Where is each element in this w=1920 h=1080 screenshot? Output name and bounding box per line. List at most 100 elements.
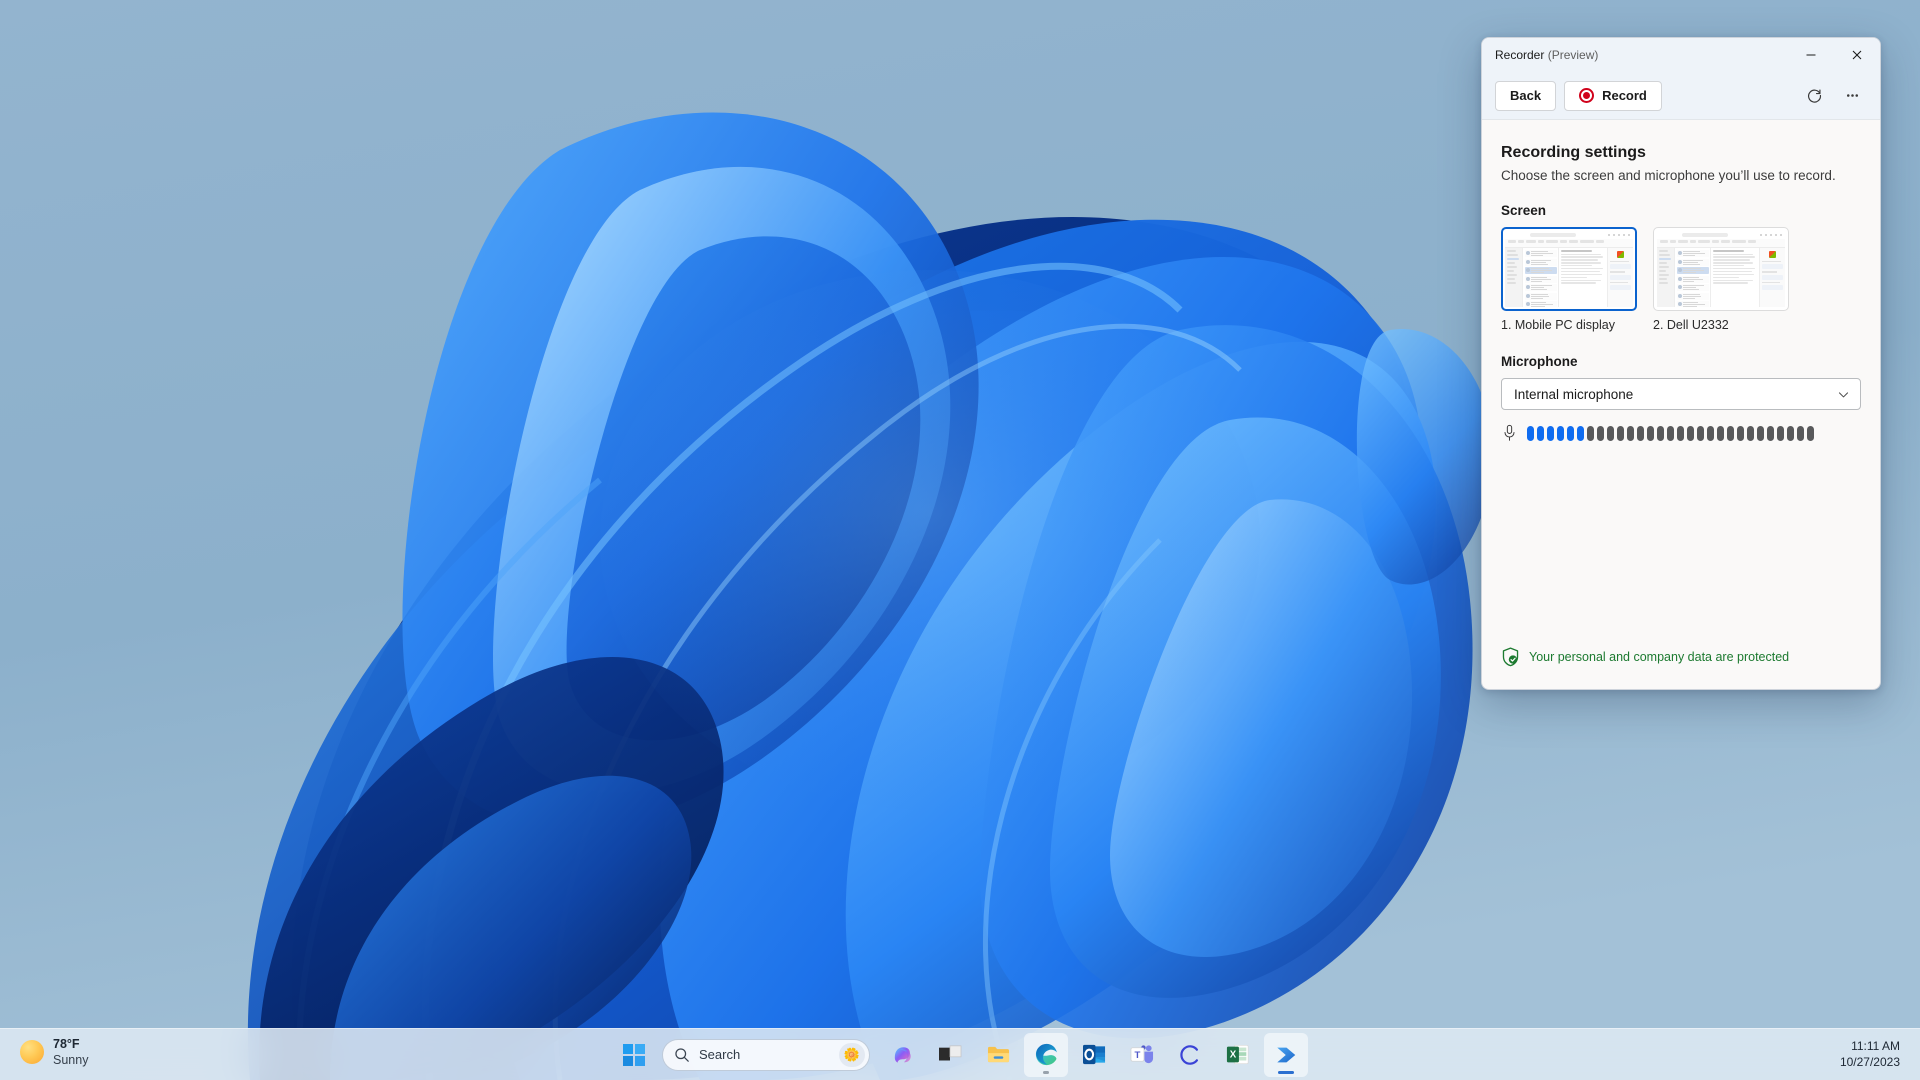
search-input[interactable]: Search 🌼 bbox=[662, 1038, 870, 1071]
privacy-footer: Your personal and company data are prote… bbox=[1482, 647, 1880, 689]
level-meter-bar bbox=[1717, 425, 1724, 441]
microsoft-edge-icon bbox=[1035, 1043, 1057, 1066]
power-automate-icon bbox=[1276, 1047, 1295, 1062]
taskbar-center-group: Search 🌼 T X bbox=[612, 1029, 1308, 1080]
taskbar-item-copilot[interactable] bbox=[880, 1033, 924, 1077]
microphone-level-meter bbox=[1501, 424, 1861, 442]
refresh-icon bbox=[1807, 89, 1821, 103]
clock-time: 11:11 AM bbox=[1851, 1039, 1900, 1054]
level-meter-bar bbox=[1587, 425, 1594, 441]
record-dot-icon bbox=[1579, 88, 1595, 103]
level-meter-bar bbox=[1567, 425, 1574, 441]
level-meter-bar bbox=[1697, 425, 1704, 441]
minimize-icon bbox=[1806, 54, 1816, 56]
window-title-main: Recorder bbox=[1495, 48, 1545, 62]
copilot-c-icon bbox=[1180, 1044, 1199, 1065]
level-meter-bar bbox=[1607, 425, 1614, 441]
file-explorer-icon bbox=[987, 1046, 1009, 1063]
copilot-icon bbox=[894, 1047, 911, 1063]
back-button[interactable]: Back bbox=[1495, 80, 1557, 111]
screen-section-label: Screen bbox=[1501, 203, 1547, 218]
record-button[interactable]: Record bbox=[1564, 80, 1662, 111]
chevron-down-icon bbox=[1838, 391, 1849, 397]
screen-thumbnail-1[interactable] bbox=[1501, 227, 1637, 311]
level-meter-bar bbox=[1577, 425, 1584, 441]
taskbar-item-excel[interactable]: X bbox=[1216, 1033, 1260, 1077]
level-meter-bar bbox=[1617, 425, 1624, 441]
screen-option-2[interactable]: 2. Dell U2332 bbox=[1653, 227, 1789, 332]
minimize-button[interactable] bbox=[1788, 38, 1834, 72]
level-meter-bar bbox=[1737, 425, 1744, 441]
level-meter-bar bbox=[1547, 425, 1554, 441]
start-button[interactable] bbox=[612, 1033, 656, 1077]
svg-text:T: T bbox=[1134, 1050, 1140, 1061]
lotus-flower-icon[interactable]: 🌼 bbox=[839, 1042, 865, 1067]
taskbar-active-indicator bbox=[1278, 1070, 1294, 1074]
taskbar-active-indicator bbox=[1043, 1070, 1049, 1074]
taskbar: 78°F Sunny Search 🌼 T X 11:11 AM 10/27/2… bbox=[0, 1028, 1920, 1080]
more-options-icon bbox=[1846, 94, 1858, 97]
level-meter-bar bbox=[1647, 425, 1654, 441]
level-meter-bar bbox=[1777, 425, 1784, 441]
screen-thumbnail-2[interactable] bbox=[1653, 227, 1789, 311]
excel-icon: X bbox=[1226, 1044, 1249, 1065]
microsoft-teams-icon: T bbox=[1130, 1045, 1153, 1064]
taskbar-item-copilot-consumer[interactable] bbox=[1168, 1033, 1212, 1077]
weather-condition: Sunny bbox=[53, 1053, 89, 1067]
window-caption-buttons bbox=[1788, 38, 1880, 72]
level-meter-bar bbox=[1627, 425, 1634, 441]
taskbar-clock[interactable]: 11:11 AM 10/27/2023 bbox=[1832, 1035, 1908, 1074]
level-meter-bar bbox=[1707, 425, 1714, 441]
desktop: Recorder (Preview) Back Record Recording… bbox=[0, 0, 1920, 1080]
recorder-content: Recording settings Choose the screen and… bbox=[1482, 120, 1880, 647]
more-options-button[interactable] bbox=[1837, 81, 1867, 111]
window-title: Recorder (Preview) bbox=[1495, 48, 1598, 62]
taskbar-item-outlook[interactable] bbox=[1072, 1033, 1116, 1077]
windows-logo-icon bbox=[623, 1043, 645, 1066]
privacy-footer-text: Your personal and company data are prote… bbox=[1529, 650, 1790, 664]
search-icon bbox=[675, 1047, 689, 1062]
close-button[interactable] bbox=[1834, 38, 1880, 72]
screen-option-2-caption: 2. Dell U2332 bbox=[1653, 318, 1729, 332]
level-meter-bar bbox=[1807, 425, 1814, 441]
search-placeholder: Search bbox=[699, 1047, 741, 1062]
task-view-icon bbox=[939, 1044, 962, 1060]
window-titlebar[interactable]: Recorder (Preview) bbox=[1482, 38, 1880, 72]
taskbar-item-microsoft-edge[interactable] bbox=[1024, 1032, 1068, 1077]
page-subtitle: Choose the screen and microphone you’ll … bbox=[1501, 168, 1836, 183]
level-meter-bar bbox=[1797, 425, 1804, 441]
taskbar-item-task-view[interactable] bbox=[928, 1033, 972, 1077]
weather-widget[interactable]: 78°F Sunny bbox=[14, 1033, 98, 1071]
back-button-label: Back bbox=[1510, 88, 1542, 103]
level-meter-bars bbox=[1527, 425, 1814, 441]
level-meter-bar bbox=[1727, 425, 1734, 441]
system-tray: 11:11 AM 10/27/2023 bbox=[1832, 1029, 1908, 1080]
recorder-toolbar: Back Record bbox=[1482, 72, 1880, 120]
clock-date: 10/27/2023 bbox=[1839, 1055, 1900, 1069]
screen-option-1[interactable]: 1. Mobile PC display bbox=[1501, 227, 1637, 332]
level-meter-bar bbox=[1557, 425, 1564, 441]
microphone-select-value: Internal microphone bbox=[1514, 386, 1634, 402]
record-button-label: Record bbox=[1602, 88, 1647, 103]
microphone-select[interactable]: Internal microphone bbox=[1501, 378, 1861, 410]
weather-text: 78°F Sunny bbox=[53, 1036, 88, 1068]
close-icon bbox=[1852, 50, 1862, 60]
level-meter-bar bbox=[1527, 425, 1534, 441]
level-meter-bar bbox=[1757, 425, 1764, 441]
taskbar-item-power-automate[interactable] bbox=[1264, 1032, 1308, 1077]
level-meter-bar bbox=[1687, 425, 1694, 441]
level-meter-bar bbox=[1767, 425, 1774, 441]
level-meter-bar bbox=[1657, 425, 1664, 441]
refresh-button[interactable] bbox=[1799, 81, 1829, 111]
level-meter-bar bbox=[1637, 425, 1644, 441]
page-title: Recording settings bbox=[1501, 144, 1646, 161]
window-title-suffix: (Preview) bbox=[1544, 48, 1599, 62]
level-meter-bar bbox=[1787, 425, 1794, 441]
taskbar-item-file-explorer[interactable] bbox=[976, 1033, 1020, 1077]
svg-text:X: X bbox=[1230, 1049, 1237, 1060]
screen-preview-image-2 bbox=[1657, 231, 1785, 307]
taskbar-item-microsoft-teams[interactable]: T bbox=[1120, 1033, 1164, 1077]
level-meter-bar bbox=[1667, 425, 1674, 441]
screen-option-1-caption: 1. Mobile PC display bbox=[1501, 318, 1615, 332]
